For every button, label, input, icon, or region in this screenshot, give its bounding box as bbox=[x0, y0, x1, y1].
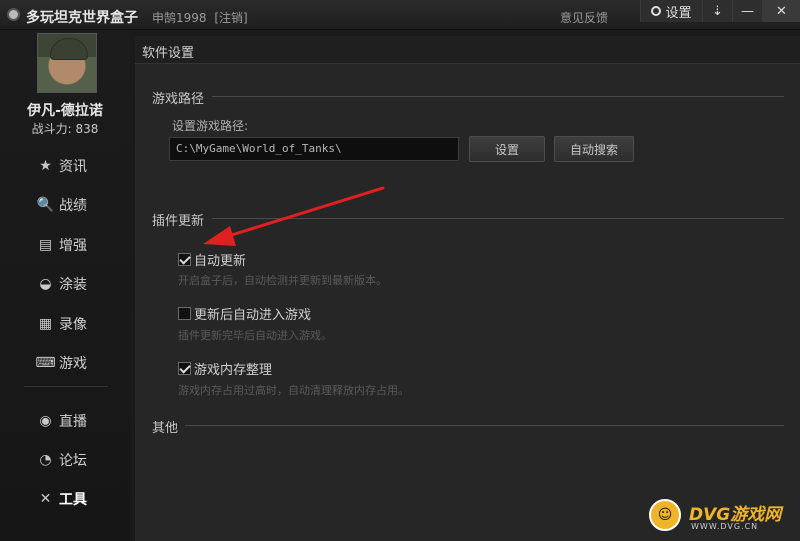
tools-icon: ✕ bbox=[39, 490, 52, 507]
sidebar-nav-secondary: ◉ 直播 ◔ 论坛 ✕ 工具 bbox=[0, 401, 130, 518]
section-divider bbox=[185, 425, 784, 426]
game-path-input[interactable]: C:\MyGame\World_of_Tanks\ bbox=[169, 137, 459, 161]
sidebar-item-label: 增强 bbox=[59, 237, 87, 254]
auto-update-checkbox[interactable] bbox=[178, 253, 191, 266]
gamepad-icon: ⌨ bbox=[35, 355, 56, 372]
close-button[interactable]: ✕ bbox=[762, 0, 800, 22]
feedback-link[interactable]: 意见反馈 bbox=[560, 9, 608, 26]
tank-icon: ◒ bbox=[39, 276, 52, 293]
sidebar-item-skin[interactable]: ◒ 涂装 bbox=[0, 265, 130, 305]
watermark-url: WWW.DVG.CN bbox=[691, 522, 759, 531]
search-icon: 🔍 bbox=[36, 197, 55, 214]
sidebar-item-label: 战绩 bbox=[59, 198, 87, 215]
game-path-label: 设置游戏路径: bbox=[172, 119, 249, 133]
sidebar-item-enhance[interactable]: ▤ 增强 bbox=[0, 225, 130, 265]
player-name: 伊凡-德拉诺 bbox=[27, 103, 103, 119]
sidebar: 伊凡-德拉诺 战斗力: 838 ★ 资讯 🔍 战绩 ▤ 增强 ◒ 涂装 ▦ 录像… bbox=[0, 30, 130, 541]
username: 申鹄1998 bbox=[152, 11, 207, 25]
watermark-logo-icon: ☺ bbox=[649, 499, 681, 531]
minimize-button[interactable]: — bbox=[732, 0, 762, 22]
auto-search-button[interactable]: 自动搜索 bbox=[554, 136, 634, 162]
sidebar-item-label: 论坛 bbox=[59, 452, 87, 469]
panel-title: 软件设置 bbox=[142, 46, 195, 61]
sidebar-item-label: 录像 bbox=[59, 316, 87, 333]
chat-bubble-icon: ◔ bbox=[39, 451, 52, 468]
settings-label: 设置 bbox=[665, 5, 692, 21]
gear-icon bbox=[651, 6, 662, 16]
app-logo-icon bbox=[7, 8, 20, 21]
auto-enter-game-label: 更新后自动进入游戏 bbox=[194, 308, 312, 323]
sidebar-item-label: 涂装 bbox=[59, 277, 87, 294]
section-divider bbox=[212, 96, 784, 97]
section-title-game-path: 游戏路径 bbox=[152, 92, 205, 107]
watermark: ☺ DVG游戏网 WWW.DVG.CN bbox=[649, 494, 799, 538]
auto-update-option[interactable]: 自动更新 bbox=[178, 250, 246, 269]
app-title: 多玩坦克世界盒子 bbox=[26, 10, 138, 26]
window-controls: 设置 ⇣ — ✕ bbox=[640, 0, 800, 22]
memory-cleanup-hint: 游戏内存占用过高时，自动清理释放内存占用。 bbox=[178, 384, 409, 397]
section-divider bbox=[212, 218, 784, 219]
settings-panel: 软件设置 游戏路径 设置游戏路径: C:\MyGame\World_of_Tan… bbox=[135, 36, 800, 541]
sidebar-item-label: 游戏 bbox=[59, 356, 87, 373]
logout-link[interactable]: [注销] bbox=[214, 11, 247, 25]
title-bar: 多玩坦克世界盒子 申鹄1998 [注销] 意见反馈 设置 ⇣ — ✕ bbox=[0, 0, 800, 30]
auto-update-hint: 开启盒子后，自动检测并更新到最新版本。 bbox=[178, 274, 387, 287]
sidebar-divider bbox=[24, 386, 108, 387]
combat-power: 战斗力: 838 bbox=[31, 122, 99, 136]
auto-enter-game-checkbox[interactable] bbox=[178, 307, 191, 320]
memory-cleanup-checkbox[interactable] bbox=[178, 362, 191, 375]
sidebar-item-label: 资讯 bbox=[59, 158, 87, 175]
sidebar-item-replay[interactable]: ▦ 录像 bbox=[0, 304, 130, 344]
auto-update-label: 自动更新 bbox=[194, 254, 247, 269]
sidebar-item-label: 工具 bbox=[59, 491, 87, 508]
sidebar-nav: ★ 资讯 🔍 战绩 ▤ 增强 ◒ 涂装 ▦ 录像 ⌨ 游戏 bbox=[0, 146, 130, 383]
sidebar-item-forum[interactable]: ◔ 论坛 bbox=[0, 440, 130, 479]
toolbox-icon: ▤ bbox=[38, 236, 53, 253]
menu-button[interactable]: ⇣ bbox=[702, 0, 732, 22]
user-info: 申鹄1998 [注销] bbox=[152, 9, 248, 26]
avatar[interactable] bbox=[37, 33, 97, 93]
sidebar-item-live[interactable]: ◉ 直播 bbox=[0, 401, 130, 440]
auto-enter-game-hint: 插件更新完毕后自动进入游戏。 bbox=[178, 329, 332, 342]
auto-enter-game-option[interactable]: 更新后自动进入游戏 bbox=[178, 304, 311, 323]
section-title-plugin-update: 插件更新 bbox=[152, 214, 205, 229]
section-title-other: 其他 bbox=[152, 421, 179, 436]
sidebar-item-record[interactable]: 🔍 战绩 bbox=[0, 186, 130, 226]
memory-cleanup-label: 游戏内存整理 bbox=[194, 363, 273, 378]
sidebar-item-tools[interactable]: ✕ 工具 bbox=[0, 479, 130, 518]
star-icon: ★ bbox=[39, 157, 52, 174]
sidebar-item-label: 直播 bbox=[59, 413, 87, 430]
film-icon: ▦ bbox=[38, 315, 53, 332]
set-path-button[interactable]: 设置 bbox=[469, 136, 545, 162]
memory-cleanup-option[interactable]: 游戏内存整理 bbox=[178, 359, 272, 378]
play-circle-icon: ◉ bbox=[39, 412, 52, 429]
sidebar-item-news[interactable]: ★ 资讯 bbox=[0, 146, 130, 186]
sidebar-item-game[interactable]: ⌨ 游戏 bbox=[0, 344, 130, 384]
settings-button[interactable]: 设置 bbox=[640, 0, 702, 22]
panel-header: 软件设置 bbox=[135, 36, 800, 64]
